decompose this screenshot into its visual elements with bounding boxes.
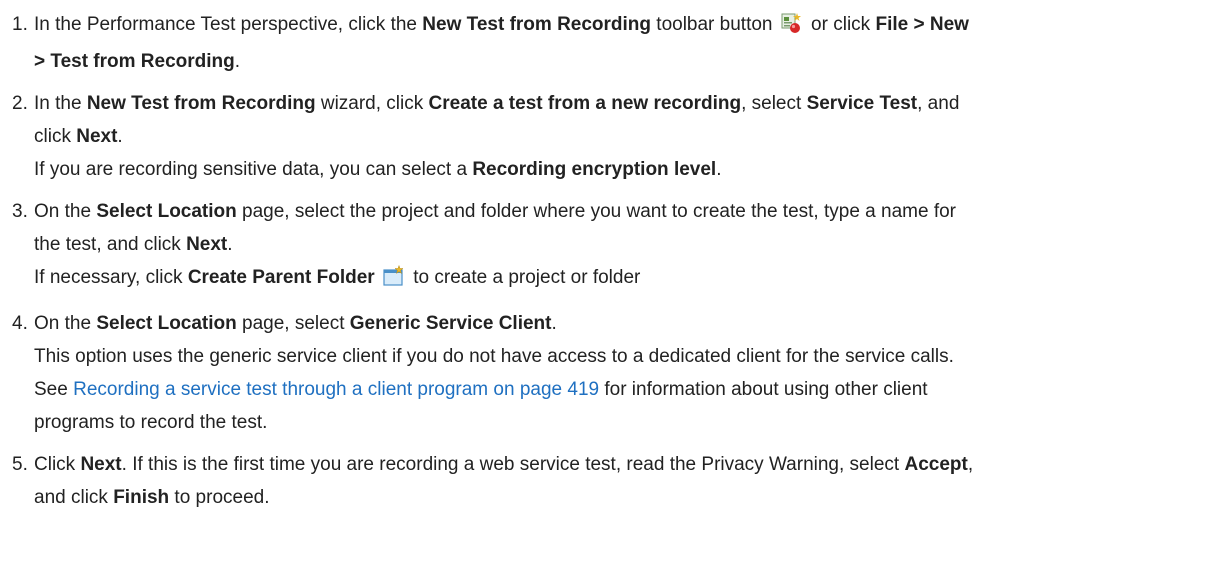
step-line: and click Finish to proceed. <box>34 481 1203 514</box>
step-line: click Next. <box>34 120 1203 153</box>
step-line: Click Next. If this is the first time yo… <box>34 448 1203 481</box>
text-run: click <box>34 126 77 147</box>
step-item: 5. Click Next. If this is the first time … <box>12 448 1203 514</box>
step-item: 3. On the Select Location page, select th… <box>12 195 1203 298</box>
step-line: On the Select Location page, select Gene… <box>34 307 1203 340</box>
step-line: On the Select Location page, select the … <box>34 195 1203 228</box>
text-run: page, select the project and folder wher… <box>236 201 957 222</box>
text-run: page, select <box>236 313 350 334</box>
ui-term: Select Location <box>96 313 237 334</box>
text-run: to create a project or folder <box>408 267 641 288</box>
text-run: In the <box>34 93 87 114</box>
text-run <box>375 267 380 288</box>
step-line: In the Performance Test perspective, cli… <box>34 8 1203 45</box>
step-line: If necessary, click Create Parent Folder… <box>34 261 1203 298</box>
ui-term: File > New <box>875 14 969 35</box>
ui-term: Next <box>76 126 118 147</box>
text-run: or click <box>805 14 876 35</box>
step-number: 4. <box>12 313 28 334</box>
step-item: 4. On the Select Location page, select Ge… <box>12 307 1203 439</box>
step-number: 5. <box>12 454 28 475</box>
cross-reference-link[interactable]: Recording a service test through a clien… <box>73 379 599 400</box>
text-run: In the Performance Test perspective, cli… <box>34 14 423 35</box>
ui-term: > Test from Recording <box>34 51 235 72</box>
ui-term: Next <box>80 454 122 475</box>
create-parent-folder-icon <box>383 264 405 298</box>
step-number: 1. <box>12 14 28 35</box>
ui-term: Finish <box>113 487 170 508</box>
step-line: If you are recording sensitive data, you… <box>34 153 1203 186</box>
document-body: 1. In the Performance Test perspective, c… <box>0 0 1217 514</box>
step-item: 1. In the Performance Test perspective, c… <box>12 8 1203 78</box>
ui-term: New Test from Recording <box>86 93 316 114</box>
text-run: See <box>34 379 74 400</box>
step-number: 3. <box>12 201 28 222</box>
text-run: Click <box>34 454 81 475</box>
ui-term: Create Parent Folder <box>187 267 375 288</box>
text-run: and click <box>34 487 114 508</box>
text-run: toolbar button <box>651 14 778 35</box>
step-item: 2. In the New Test from Recording wizard,… <box>12 87 1203 186</box>
procedure-steps: 1. In the Performance Test perspective, c… <box>12 8 1203 514</box>
step-line: This option uses the generic service cli… <box>34 340 1203 373</box>
text-run: programs to record the test. <box>34 412 268 433</box>
text-run: . <box>716 159 722 180</box>
text-run: . <box>551 313 557 334</box>
text-run: the test, and click <box>34 234 187 255</box>
step-line: programs to record the test. <box>34 406 1203 439</box>
text-run: for information about using other client <box>599 379 928 400</box>
step-line: the test, and click Next. <box>34 228 1203 261</box>
text-run: If you are recording sensitive data, you… <box>34 159 473 180</box>
text-run: . If this is the first time you are reco… <box>121 454 905 475</box>
text-run: to proceed. <box>169 487 270 508</box>
step-line: > Test from Recording. <box>34 45 1203 78</box>
step-line: See Recording a service test through a c… <box>34 373 1203 406</box>
ui-term: Service Test <box>806 93 918 114</box>
text-run: If necessary, click <box>34 267 188 288</box>
ui-term: New Test from Recording <box>422 14 652 35</box>
ui-term: Create a test from a new recording <box>428 93 742 114</box>
text-run: On the <box>34 313 97 334</box>
text-run: . <box>234 51 241 72</box>
text-run: , select <box>741 93 807 114</box>
ui-term: Accept <box>904 454 968 475</box>
ui-term: Next <box>186 234 228 255</box>
step-line: In the New Test from Recording wizard, c… <box>34 87 1203 120</box>
ui-term: Select Location <box>96 201 237 222</box>
new-test-from-recording-icon <box>781 12 803 45</box>
text-run: On the <box>34 201 97 222</box>
step-number: 2. <box>12 93 28 114</box>
text-run: . <box>227 234 233 255</box>
text-run: This option uses the generic service cli… <box>34 346 954 367</box>
text-run: . <box>117 126 123 147</box>
text-run: , and <box>917 93 960 114</box>
text-run: , <box>967 454 974 475</box>
text-run: wizard, click <box>315 93 429 114</box>
ui-term: Recording encryption level <box>472 159 717 180</box>
ui-term: Generic Service Client <box>349 313 552 334</box>
